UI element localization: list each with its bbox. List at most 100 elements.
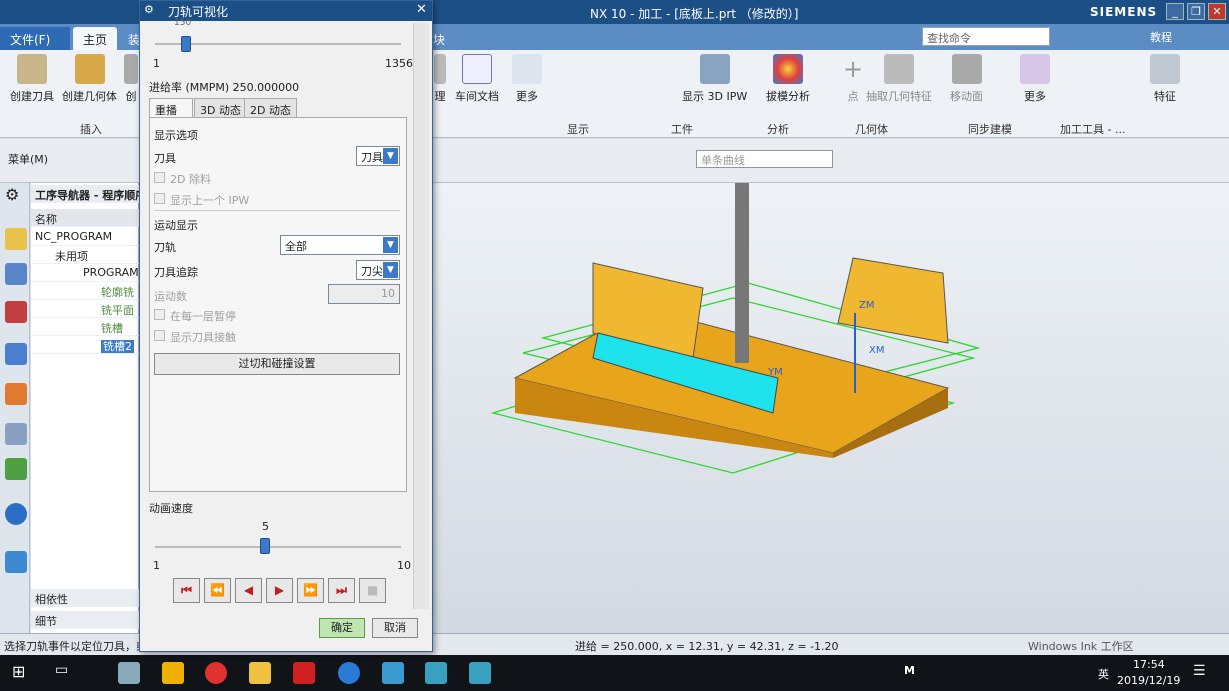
column-header-name[interactable]: 名称	[31, 209, 139, 227]
top-slider-track[interactable]	[155, 43, 401, 45]
tree-item-op-4[interactable]: 铣槽2	[31, 336, 139, 354]
app-icon-1[interactable]	[118, 662, 140, 684]
dependency-panel[interactable]: 相依性	[31, 589, 139, 607]
search-icon[interactable]: ⌕	[1036, 29, 1042, 43]
app-icon-3[interactable]	[425, 662, 447, 684]
ok-button[interactable]: 确定	[319, 618, 365, 638]
tree-item-op-2[interactable]: 铣平面	[31, 300, 139, 318]
create-geometry-button[interactable]: 创建几何体	[62, 54, 117, 104]
clock-time[interactable]: 17:54	[1133, 658, 1165, 671]
play-reverse-button[interactable]: ◀	[235, 578, 262, 603]
menu-button[interactable]: 菜单(M)	[8, 151, 48, 167]
tree-item-unused[interactable]: 未用项	[31, 246, 139, 264]
taskbar: ⊞ ▭ M 英 17:54 2019/12/19 ☰	[0, 655, 1229, 691]
netease-icon[interactable]	[205, 662, 227, 684]
create-more-button[interactable]: 创	[124, 54, 138, 104]
cancel-button[interactable]: 取消	[372, 618, 418, 638]
tree-item-op-3[interactable]: 铣槽	[31, 318, 139, 336]
dialog-scrollbar[interactable]	[413, 23, 429, 609]
tab-2d-dynamic[interactable]: 2D 动态	[244, 98, 297, 118]
graphics-viewport[interactable]: ZM YM XM	[433, 183, 1229, 633]
point-button[interactable]: + 点	[838, 54, 868, 104]
info-icon[interactable]	[5, 503, 27, 525]
remove-2d-checkbox[interactable]	[154, 172, 165, 183]
process-button[interactable]: 理	[434, 54, 446, 104]
tab-file[interactable]: 文件(F)	[0, 27, 70, 50]
shop-doc-button[interactable]: 车间文档	[455, 54, 499, 104]
zm-axis-label: ZM	[859, 300, 874, 311]
speed-slider-thumb[interactable]	[260, 538, 270, 554]
details-panel[interactable]: 细节	[31, 611, 139, 629]
more-button-2[interactable]: 更多	[1020, 54, 1050, 104]
language-indicator[interactable]: 英	[1098, 666, 1109, 682]
search-input[interactable]: 查找命令	[922, 27, 1050, 46]
minimize-button[interactable]: _	[1166, 3, 1184, 20]
more-button-1[interactable]: 更多	[512, 54, 542, 104]
xm-axis-label: XM	[869, 345, 884, 356]
group-analysis: 分析	[767, 123, 789, 136]
reuse-library-icon[interactable]	[5, 423, 27, 445]
history-icon[interactable]	[5, 383, 27, 405]
show-ipw-button[interactable]: 显示 3D IPW	[682, 54, 747, 104]
step-back-button[interactable]: ⏪	[204, 578, 231, 603]
chevron-down-icon: ▼	[383, 237, 398, 253]
palette-icon[interactable]	[5, 458, 27, 480]
edge-icon[interactable]	[338, 662, 360, 684]
stop-button[interactable]: ■	[359, 578, 386, 603]
forward-to-end-button[interactable]: ⏭	[328, 578, 355, 603]
tree-item-nc-program[interactable]: NC_PROGRAM	[31, 228, 139, 246]
top-slider-thumb[interactable]	[181, 36, 191, 52]
help-link[interactable]: 教程	[1150, 29, 1172, 45]
tool-display-select[interactable]: 刀具 ▼	[356, 146, 400, 166]
program-order-icon[interactable]	[5, 228, 27, 250]
tree-item-program[interactable]: PROGRAM	[31, 264, 139, 282]
show-prev-ipw-checkbox[interactable]	[154, 193, 165, 204]
qq-icon[interactable]	[162, 662, 184, 684]
pause-each-layer-checkbox[interactable]	[154, 309, 165, 320]
brand-logo: SIEMENS	[1090, 5, 1158, 19]
nx-icon[interactable]	[382, 662, 404, 684]
speed-slider-track[interactable]	[155, 546, 401, 548]
divider	[154, 210, 400, 211]
web-browser-icon[interactable]	[5, 551, 27, 573]
clock-date[interactable]: 2019/12/19	[1117, 674, 1180, 687]
overcut-collision-settings-button[interactable]: 过切和碰撞设置	[154, 353, 400, 375]
move-face-button[interactable]: 移动面	[950, 54, 983, 104]
restore-button[interactable]: ❐	[1187, 3, 1205, 20]
geometry-view-icon[interactable]	[5, 301, 27, 323]
tab-home[interactable]: 主页	[73, 27, 118, 50]
tab-3d-dynamic[interactable]: 3D 动态	[194, 98, 247, 118]
toolpath-select[interactable]: 全部 ▼	[280, 235, 400, 255]
chevron-down-icon: ▼	[383, 262, 398, 278]
draft-analysis-button[interactable]: 拔模分析	[766, 54, 810, 104]
show-tool-contact-checkbox[interactable]	[154, 330, 165, 341]
close-icon[interactable]: ✕	[416, 2, 427, 17]
notification-icon[interactable]: ☰	[1193, 663, 1206, 679]
tree-item-op-1[interactable]: 轮廓铣	[31, 282, 139, 300]
close-button[interactable]: ✕	[1208, 3, 1226, 20]
tab-replay[interactable]: 重播	[149, 98, 193, 118]
extract-geometry-button[interactable]: 抽取几何特征	[866, 54, 932, 104]
rewind-to-start-button[interactable]: ⏮	[173, 578, 200, 603]
gear-icon[interactable]: ⚙	[144, 3, 154, 16]
motion-count-input[interactable]: 10	[328, 284, 400, 304]
tool-label: 刀具	[154, 152, 176, 165]
step-forward-button[interactable]: ⏩	[297, 578, 324, 603]
top-slider-value: 150	[174, 18, 192, 28]
m-indicator[interactable]: M	[904, 664, 915, 677]
method-view-icon[interactable]	[5, 343, 27, 365]
motion-display-heading: 运动显示	[154, 219, 198, 232]
play-button[interactable]: ▶	[266, 578, 293, 603]
app-icon-4[interactable]	[469, 662, 491, 684]
start-icon[interactable]: ⊞	[12, 662, 34, 684]
tool-trace-select[interactable]: 刀尖 ▼	[356, 260, 400, 280]
gear-icon[interactable]: ⚙	[5, 185, 27, 207]
app-icon-2[interactable]	[293, 662, 315, 684]
machine-tool-icon[interactable]	[5, 263, 27, 285]
task-view-icon[interactable]: ▭	[55, 662, 77, 684]
feature-button[interactable]: 特征	[1150, 54, 1180, 104]
create-tool-button[interactable]: 创建刀具	[10, 54, 54, 104]
process-icon	[434, 54, 446, 84]
curve-filter-select[interactable]: 单条曲线	[696, 150, 833, 168]
explorer-icon[interactable]	[249, 662, 271, 684]
